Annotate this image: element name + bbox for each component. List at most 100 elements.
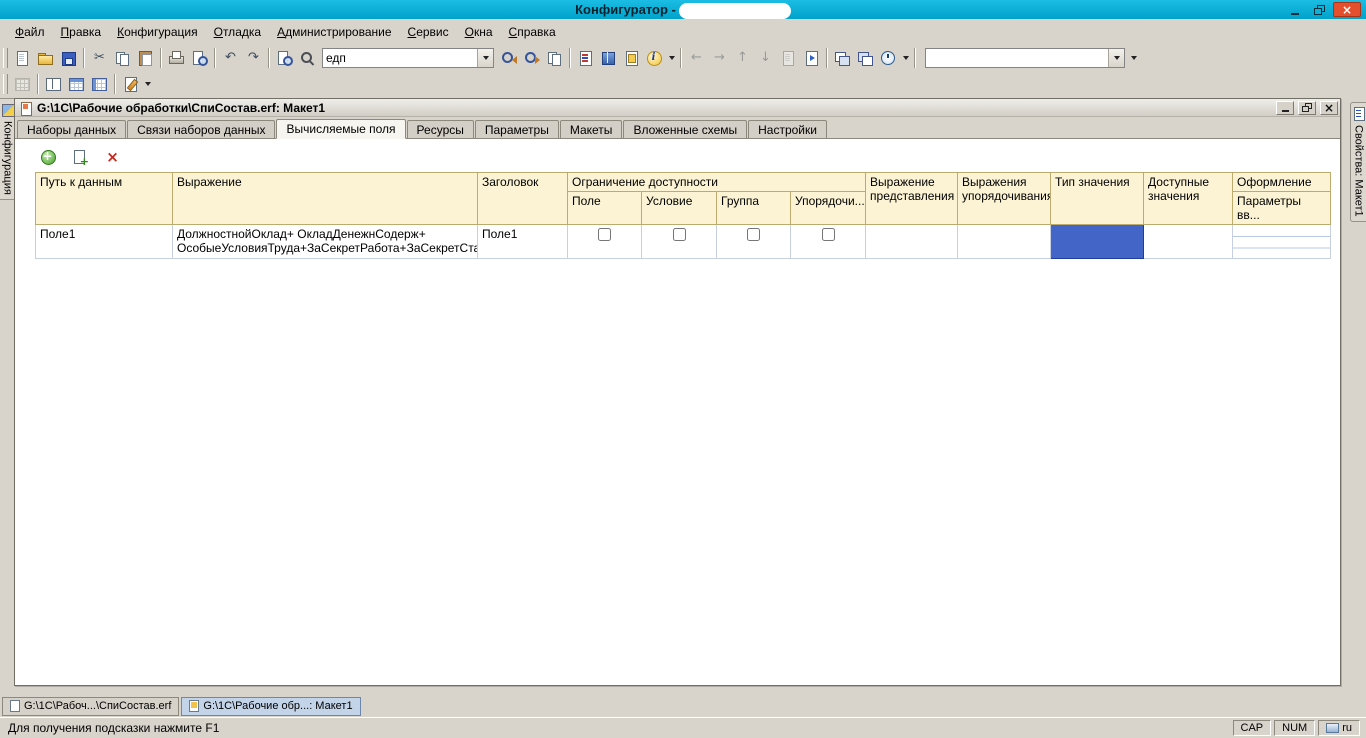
- find-previous-button[interactable]: [497, 47, 520, 69]
- cell-ordering-expressions[interactable]: [957, 224, 1052, 259]
- tab-parameters[interactable]: Параметры: [474, 120, 559, 138]
- header-available-values: Доступные значения: [1143, 172, 1234, 225]
- menu-windows[interactable]: Окна: [458, 22, 500, 42]
- restore-button[interactable]: [1309, 2, 1329, 17]
- templates-button[interactable]: [620, 47, 643, 69]
- redo-button[interactable]: [242, 47, 265, 69]
- window-tab-label: G:\1C\Рабочие обр...: Макет1: [203, 700, 353, 712]
- add-icon: [40, 149, 57, 165]
- cell-availability-field[interactable]: [567, 224, 642, 259]
- cell-availability-condition[interactable]: [641, 224, 717, 259]
- context-dropdown-button[interactable]: [1108, 49, 1124, 67]
- check-document-button[interactable]: [119, 73, 142, 95]
- timer-dropdown-button[interactable]: [900, 48, 911, 68]
- header-appearance: Оформление: [1232, 172, 1332, 192]
- mdi-close-button[interactable]: [1320, 100, 1338, 115]
- sidebar-tab-properties[interactable]: Свойства: Макет1: [1350, 102, 1366, 222]
- find-next-button[interactable]: [520, 47, 543, 69]
- redacted-title-area: [678, 3, 791, 19]
- window-tab-spisostav[interactable]: G:\1C\Рабоч...\СпиСостав.erf: [2, 696, 180, 716]
- keyboard-language-indicator[interactable]: ru: [1318, 720, 1360, 736]
- tab-calculated-fields[interactable]: Вычисляемые поля: [276, 119, 406, 139]
- header-expression: Выражение: [172, 172, 478, 225]
- timer-button[interactable]: [877, 47, 900, 69]
- mdi-minimize-button[interactable]: [1276, 100, 1294, 115]
- cell-availability-order[interactable]: [789, 224, 867, 259]
- condition-checkbox[interactable]: [672, 228, 686, 241]
- toolbar-separator: [114, 74, 116, 94]
- cell-title[interactable]: Поле1: [477, 224, 568, 259]
- num-lock-indicator: NUM: [1274, 720, 1316, 736]
- field-checkbox[interactable]: [598, 228, 611, 241]
- chevron-down-icon: [1130, 56, 1137, 60]
- new-file-button[interactable]: [11, 47, 34, 69]
- tab-data-sets[interactable]: Наборы данных: [17, 120, 127, 138]
- open-file-button[interactable]: [34, 47, 57, 69]
- main-toolbar: [0, 44, 1366, 72]
- cell-appearance-params[interactable]: [1232, 224, 1332, 259]
- cell-presentation-expression[interactable]: [865, 224, 959, 259]
- toolbar-overflow-button[interactable]: [1128, 48, 1139, 68]
- previous-procedure-button: [731, 47, 754, 69]
- context-input[interactable]: [926, 49, 1108, 67]
- configurator-window: Конфигуратор - Файл Правка Конфигурация …: [0, 0, 1366, 738]
- menu-file[interactable]: Файл: [8, 22, 52, 42]
- copy-field-button[interactable]: [69, 146, 92, 168]
- print-button[interactable]: [165, 47, 188, 69]
- tab-layouts[interactable]: Макеты: [559, 120, 623, 138]
- syntax-check-button[interactable]: [574, 47, 597, 69]
- menu-service[interactable]: Сервис: [401, 22, 456, 42]
- tab-settings[interactable]: Настройки: [748, 120, 827, 138]
- cell-expression[interactable]: ДолжностнойОклад+ ОкладДенежнСодерж+ Осо…: [172, 224, 478, 259]
- print-preview-button[interactable]: [188, 47, 211, 69]
- add-field-button[interactable]: [37, 146, 60, 168]
- group-checkbox[interactable]: [747, 228, 760, 241]
- cell-value-type-selected[interactable]: [1050, 224, 1145, 259]
- search-input[interactable]: [323, 49, 477, 67]
- menu-debug[interactable]: Отладка: [207, 22, 268, 42]
- toolbar-grip: [3, 48, 8, 68]
- context-combobox[interactable]: [925, 48, 1125, 68]
- undo-button[interactable]: [219, 47, 242, 69]
- search-dropdown-button[interactable]: [477, 49, 493, 67]
- tab-data-set-links[interactable]: Связи наборов данных: [127, 120, 276, 138]
- cut-button[interactable]: [88, 47, 111, 69]
- windows-list-button[interactable]: [831, 47, 854, 69]
- check-modules-button[interactable]: [597, 47, 620, 69]
- table-view-button[interactable]: [88, 73, 111, 95]
- tab-resources[interactable]: Ресурсы: [406, 120, 474, 138]
- document-icon: [10, 700, 20, 712]
- cell-availability-group[interactable]: [716, 224, 791, 259]
- paste-button[interactable]: [134, 47, 157, 69]
- goto-line-button[interactable]: [800, 47, 823, 69]
- cell-data-path[interactable]: Поле1: [35, 224, 173, 259]
- info-dropdown-button[interactable]: [666, 48, 677, 68]
- search-combobox[interactable]: [322, 48, 494, 68]
- close-button[interactable]: [1333, 2, 1361, 17]
- table-settings-button[interactable]: [65, 73, 88, 95]
- order-checkbox[interactable]: [821, 228, 835, 241]
- cell-available-values[interactable]: [1143, 224, 1234, 259]
- info-button[interactable]: [643, 47, 666, 69]
- window-controls: [1285, 2, 1366, 17]
- mdi-titlebar[interactable]: G:\1C\Рабочие обработки\СпиСостав.erf: М…: [15, 99, 1340, 117]
- frames-button[interactable]: [42, 73, 65, 95]
- menu-edit[interactable]: Правка: [54, 22, 109, 42]
- copy-button[interactable]: [111, 47, 134, 69]
- open-windows-bar: G:\1C\Рабоч...\СпиСостав.erf G:\1C\Рабоч…: [0, 695, 1366, 717]
- check-document-dropdown-button[interactable]: [142, 74, 153, 94]
- menu-help[interactable]: Справка: [502, 22, 563, 42]
- split-window-button[interactable]: [854, 47, 877, 69]
- menu-configuration[interactable]: Конфигурация: [110, 22, 205, 42]
- tab-nested-schemas[interactable]: Вложенные схемы: [623, 120, 748, 138]
- window-tab-maket1-active[interactable]: G:\1C\Рабочие обр...: Макет1: [181, 696, 361, 716]
- zoom-button[interactable]: [296, 47, 319, 69]
- save-button[interactable]: [57, 47, 80, 69]
- mdi-restore-button[interactable]: [1298, 100, 1316, 115]
- navigate-forward-icon: [711, 50, 728, 66]
- menu-administration[interactable]: Администрирование: [270, 22, 398, 42]
- find-in-files-button[interactable]: [543, 47, 566, 69]
- minimize-button[interactable]: [1285, 2, 1305, 17]
- find-button[interactable]: [273, 47, 296, 69]
- delete-field-button[interactable]: [101, 146, 124, 168]
